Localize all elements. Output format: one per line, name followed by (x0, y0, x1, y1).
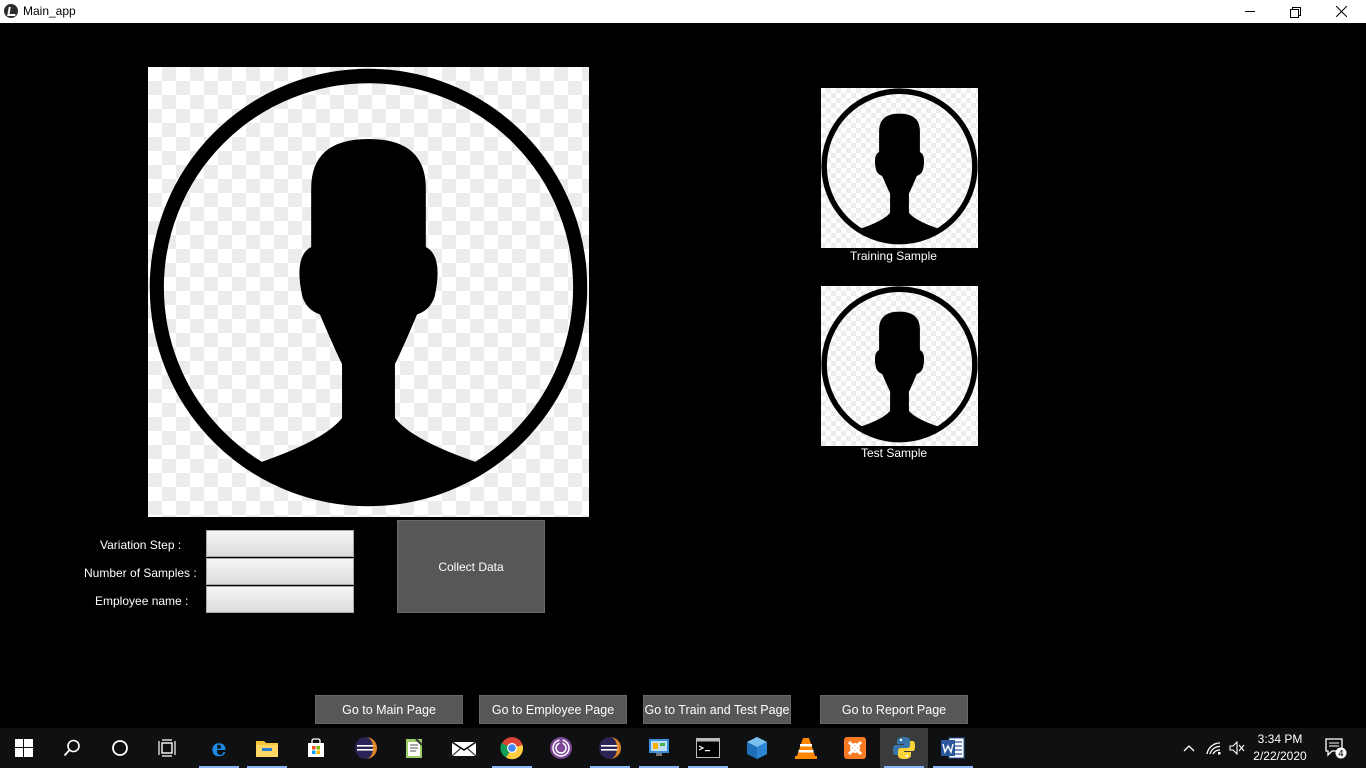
taskbar-tor[interactable] (537, 728, 585, 768)
task-view-icon (158, 739, 176, 757)
volume-button[interactable] (1226, 728, 1248, 768)
svg-text:e: e (211, 736, 226, 760)
restore-button[interactable] (1272, 0, 1318, 23)
taskbar-word[interactable] (929, 728, 977, 768)
search-icon (63, 739, 80, 757)
network-button[interactable] (1203, 728, 1225, 768)
wifi-icon (1206, 742, 1221, 755)
window-title: Main_app (23, 4, 76, 18)
title-bar: Main_app (0, 0, 1366, 23)
clock-date: 2/22/2020 (1253, 749, 1307, 763)
collect-data-button[interactable]: Collect Data (397, 520, 545, 613)
cortana-button[interactable] (96, 728, 144, 768)
close-icon (1335, 6, 1347, 17)
go-to-train-test-page-button[interactable]: Go to Train and Test Page (643, 695, 791, 724)
virtualbox-icon (747, 737, 767, 759)
avatar-placeholder-icon (149, 68, 588, 507)
avatar-placeholder-icon (821, 88, 978, 245)
go-to-report-page-button[interactable]: Go to Report Page (820, 695, 968, 724)
notepad-icon (406, 738, 423, 758)
terminal-icon (696, 738, 720, 758)
eclipse-icon (599, 737, 621, 759)
taskbar: e 4 (0, 728, 1366, 768)
search-button[interactable] (48, 728, 96, 768)
eclipse-icon (355, 737, 377, 759)
control-panel-icon (649, 739, 669, 756)
taskbar-control-panel[interactable] (635, 728, 683, 768)
avatar-placeholder-icon (821, 286, 978, 443)
taskbar-eclipse-2[interactable] (586, 728, 634, 768)
action-center-button[interactable]: 4 (1320, 728, 1352, 768)
test-sample-image (821, 286, 978, 446)
taskbar-chrome[interactable] (488, 728, 536, 768)
notification-icon: 4 (1325, 738, 1347, 760)
employee-name-input[interactable] (206, 586, 354, 613)
variation-step-label: Variation Step : (100, 538, 182, 552)
minimize-icon (1245, 11, 1255, 12)
volume-muted-icon (1229, 741, 1245, 755)
mail-icon (452, 741, 476, 757)
taskbar-xampp[interactable] (831, 728, 879, 768)
chrome-icon (500, 737, 524, 760)
python-icon (893, 737, 915, 759)
file-explorer-icon (256, 741, 278, 757)
windows-start-icon (15, 739, 33, 757)
minimize-button[interactable] (1227, 0, 1273, 23)
taskbar-virtualbox[interactable] (733, 728, 781, 768)
taskbar-vlc[interactable] (782, 728, 830, 768)
taskbar-terminal[interactable] (684, 728, 732, 768)
store-icon (308, 738, 324, 757)
taskbar-edge[interactable]: e (195, 728, 243, 768)
clock[interactable]: 3:34 PM 2/22/2020 (1250, 728, 1310, 768)
taskbar-mail[interactable] (440, 728, 488, 768)
variation-step-input[interactable] (206, 530, 354, 557)
task-view-button[interactable] (144, 728, 192, 768)
notification-count: 4 (1338, 750, 1344, 760)
taskbar-python[interactable] (880, 728, 928, 768)
taskbar-notepad[interactable] (390, 728, 438, 768)
number-of-samples-label: Number of Samples : (84, 566, 197, 580)
taskbar-store[interactable] (292, 728, 340, 768)
go-to-main-page-button[interactable]: Go to Main Page (315, 695, 463, 724)
main-camera-image (148, 67, 589, 517)
kivy-app-icon (4, 4, 18, 18)
xampp-icon (844, 737, 866, 759)
training-sample-image (821, 88, 978, 248)
taskbar-eclipse[interactable] (342, 728, 390, 768)
training-sample-caption: Training Sample (850, 249, 937, 263)
go-to-employee-page-button[interactable]: Go to Employee Page (479, 695, 627, 724)
employee-name-label: Employee name : (95, 594, 189, 608)
restore-icon (1290, 6, 1301, 18)
test-sample-caption: Test Sample (861, 446, 928, 460)
word-icon (941, 737, 965, 759)
show-hidden-icons-button[interactable] (1178, 728, 1200, 768)
cortana-icon (112, 740, 128, 756)
clock-time: 3:34 PM (1257, 732, 1303, 746)
edge-icon: e (211, 736, 226, 760)
chevron-up-icon (1183, 745, 1195, 752)
start-button[interactable] (0, 728, 48, 768)
taskbar-file-explorer[interactable] (243, 728, 291, 768)
tor-icon (550, 737, 572, 759)
vlc-icon (795, 738, 817, 759)
close-button[interactable] (1318, 0, 1364, 23)
number-of-samples-input[interactable] (206, 558, 354, 585)
